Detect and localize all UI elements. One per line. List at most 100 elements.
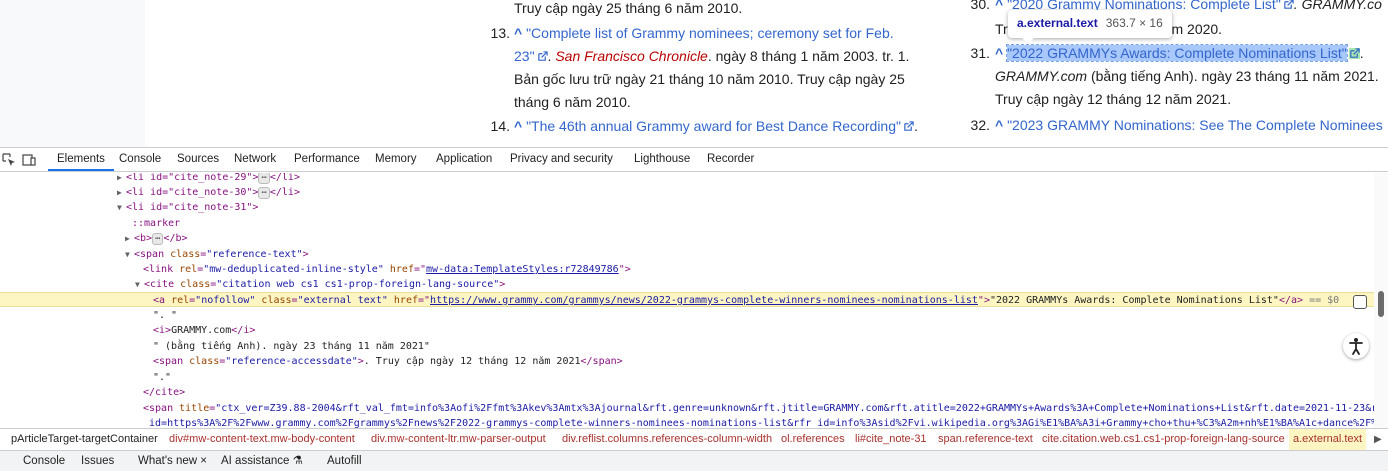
dom-row-span-accessdate[interactable]: <span class="reference-accessdate">. Tru… [0,354,1374,369]
dom-tree: ▶ <li id="cite_note-29"> ⋯ </li> ▶ <li id="c… [0,173,1374,428]
drawer-tab-autofill[interactable]: Autofill [327,451,362,471]
dom-row-text-3[interactable]: "." [0,370,1374,385]
ref-32-backlink[interactable]: ^ [995,117,1003,133]
drawer-tab-console[interactable]: Console [23,451,65,471]
ref-14-title-link[interactable]: "The 46th annual Grammy award for Best D… [526,118,901,134]
expand-arrow-icon[interactable]: ▶ [117,185,126,200]
dom-link-href[interactable]: mw-data:TemplateStyles:r72849786 [426,264,619,275]
ref-14-line1: ^ "The 46th annual Grammy award for Best… [514,118,918,134]
tab-application[interactable]: Application [436,148,492,171]
inspect-icon[interactable] [2,153,16,167]
collapse-arrow-icon[interactable]: ▼ [135,277,144,292]
breadcrumb-item[interactable]: pArticleTarget-targetContainer [11,429,158,450]
breadcrumb-item-current[interactable]: a.external.text [1289,429,1367,450]
breadcrumb-item[interactable]: div#mw-content-text.mw-body-content [169,429,355,450]
page-left-gutter [0,0,145,147]
breadcrumb-item[interactable]: li#cite_note-31 [855,429,927,450]
breadcrumb-scroll-right-icon[interactable]: ▶ [1374,434,1382,445]
tab-memory[interactable]: Memory [375,148,417,171]
ref-13-number: 13. [490,25,510,41]
dom-row-li-30[interactable]: ▶ <li id="cite_note-30"> ⋯ </li> [0,185,1374,200]
tab-privacy-and-security[interactable]: Privacy and security [510,148,613,171]
external-link-icon [1284,0,1294,9]
ref-30-backlink[interactable]: ^ [995,0,1003,12]
ai-assistance-icon: ⚗ [292,455,303,467]
wikipedia-page: Truy cập ngày 25 tháng 6 năm 2010. 13. ^… [0,0,1388,147]
edit-html-icon[interactable] [1353,295,1367,309]
external-link-icon [904,121,914,131]
ref-13-title-link[interactable]: "Complete list of Grammy nominees; cerem… [526,25,894,41]
dom-row-a-selected[interactable]: <a rel="nofollow" class="external text" … [0,292,1374,307]
collapse-arrow-icon[interactable]: ▼ [125,247,134,262]
ref-31-line1: ^ "2022 GRAMMYs Awards: Complete Nominat… [995,44,1364,62]
scrollbar-thumb[interactable] [1378,291,1384,317]
dom-row-b[interactable]: ▶ <b> ⋯ </b> [0,231,1374,246]
ref-13-line3: Bản gốc lưu trữ ngày 21 tháng 10 năm 201… [514,71,905,87]
tooltip-size: 363.7 × 16 [1105,16,1163,30]
breadcrumb-item[interactable]: ol.references [781,429,845,450]
dom-row-li-31[interactable]: ▼ <li id="cite_note-31"> [0,200,1374,215]
breadcrumb-item[interactable]: div.reflist.columns.references-column-wi… [562,429,772,450]
accessibility-icon[interactable] [1343,333,1369,359]
tab-sources[interactable]: Sources [177,148,219,171]
tab-elements[interactable]: Elements [48,148,114,171]
dom-row-marker[interactable]: ::marker [0,216,1374,231]
drawer-tab-ai-assistance[interactable]: AI assistance ⚗ [221,451,303,471]
drawer-tab-whats-new[interactable]: What's new × [138,451,207,471]
tab-performance[interactable]: Performance [294,148,360,171]
ref-31-line2: GRAMMY.com (bằng tiếng Anh). ngày 23 thá… [995,68,1379,84]
tab-console[interactable]: Console [119,148,161,171]
ref-32-title-link[interactable]: "2023 GRAMMY Nominations: See The Comple… [1007,117,1383,133]
inspect-tooltip: a.external.text 363.7 × 16 [1008,10,1172,44]
dom-row-link[interactable]: <link rel="mw-deduplicated-inline-style"… [0,262,1374,277]
dom-a-href[interactable]: https://www.grammy.com/grammys/news/2022… [430,295,978,306]
close-icon[interactable]: × [200,455,207,467]
dom-row-span-reference-text[interactable]: ▼ <span class="reference-text"> [0,247,1374,262]
breadcrumb-item[interactable]: cite.citation.web.cs1.cs1-prop-foreign-l… [1042,429,1285,450]
ellipsis-badge[interactable]: ⋯ [258,187,270,199]
tab-recorder[interactable]: Recorder [707,148,754,171]
external-link-icon [537,51,548,61]
ref-31-title-link[interactable]: "2022 GRAMMYs Awards: Complete Nominatio… [1006,44,1348,62]
ellipsis-badge[interactable]: ⋯ [258,173,270,184]
drawer-tab-issues[interactable]: Issues [81,451,114,471]
expand-arrow-icon[interactable]: ▶ [117,173,126,185]
collapse-arrow-icon[interactable]: ▼ [117,200,126,215]
breadcrumb-item[interactable]: span.reference-text [938,429,1033,450]
ref-13-publisher-link[interactable]: San Francisco Chronicle [555,48,708,64]
ref-31-line3: Truy cập ngày 12 tháng 12 năm 2021. [995,91,1232,107]
ref-14-backlink[interactable]: ^ [514,118,522,134]
tab-network[interactable]: Network [234,148,276,171]
dom-row-li-29[interactable]: ▶ <li id="cite_note-29"> ⋯ </li> [0,173,1374,185]
breadcrumb: pArticleTarget-targetContainer div#mw-co… [0,428,1388,450]
dom-row-i[interactable]: <i>GRAMMY.com</i> [0,323,1374,338]
tooltip-selector: a.external.text [1017,16,1098,30]
external-link-icon [1348,48,1360,59]
ref-30-number: 30. [970,0,990,12]
dom-row-text-1[interactable]: ". " [0,308,1374,323]
ref-13-line1: ^ "Complete list of Grammy nominees; cer… [514,22,894,45]
devtools-drawer: Console Issues What's new × AI assistanc… [0,450,1388,471]
ref-13-line2: 23". San Francisco Chronicle. ngày 8 thá… [514,48,910,64]
dom-row-cite[interactable]: ▼ <cite class="citation web cs1 cs1-prop-… [0,277,1374,292]
dom-row-span-coins[interactable]: <span title="ctx_ver=Z39.88-2004&rft_val… [0,401,1374,416]
dom-row-span-coins-cont[interactable]: _id=https%3A%2F%2Fwww.grammy.com%2Fgramm… [0,416,1374,428]
ref-31-backlink[interactable]: ^ [995,45,1003,61]
ref-13-backlink[interactable]: ^ [514,25,522,41]
ellipsis-badge[interactable]: ⋯ [152,233,164,245]
devtools-panel: Elements Console Sources Network Perform… [0,147,1388,471]
dom-scrollbar[interactable] [1374,173,1388,428]
ref-32-line1: ^ "2023 GRAMMY Nominations: See The Comp… [995,114,1383,137]
tab-lighthouse[interactable]: Lighthouse [634,148,690,171]
dom-row-cite-close[interactable]: </cite> [0,385,1374,400]
ref-14-number: 14. [490,118,510,134]
ref-13-title-link-end[interactable]: 23" [514,48,535,64]
expand-arrow-icon[interactable]: ▶ [125,231,134,246]
ref-31-number: 31. [970,45,990,61]
devtools-tabbar: Elements Console Sources Network Perform… [0,148,1388,172]
ref-13-line4: tháng 6 năm 2010. [514,94,631,110]
device-toolbar-icon[interactable] [22,153,36,167]
dom-row-text-2[interactable]: " (bằng tiếng Anh). ngày 23 tháng 11 năm… [0,339,1374,354]
ref-12-tail: Truy cập ngày 25 tháng 6 năm 2010. [514,0,743,16]
breadcrumb-item[interactable]: div.mw-content-ltr.mw-parser-output [371,429,546,450]
